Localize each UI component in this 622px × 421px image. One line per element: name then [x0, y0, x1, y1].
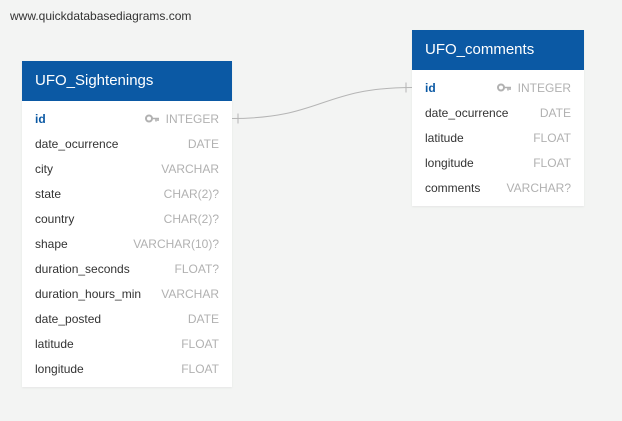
relationship-line[interactable]	[231, 87, 413, 119]
relationship-connector[interactable]	[0, 0, 622, 421]
